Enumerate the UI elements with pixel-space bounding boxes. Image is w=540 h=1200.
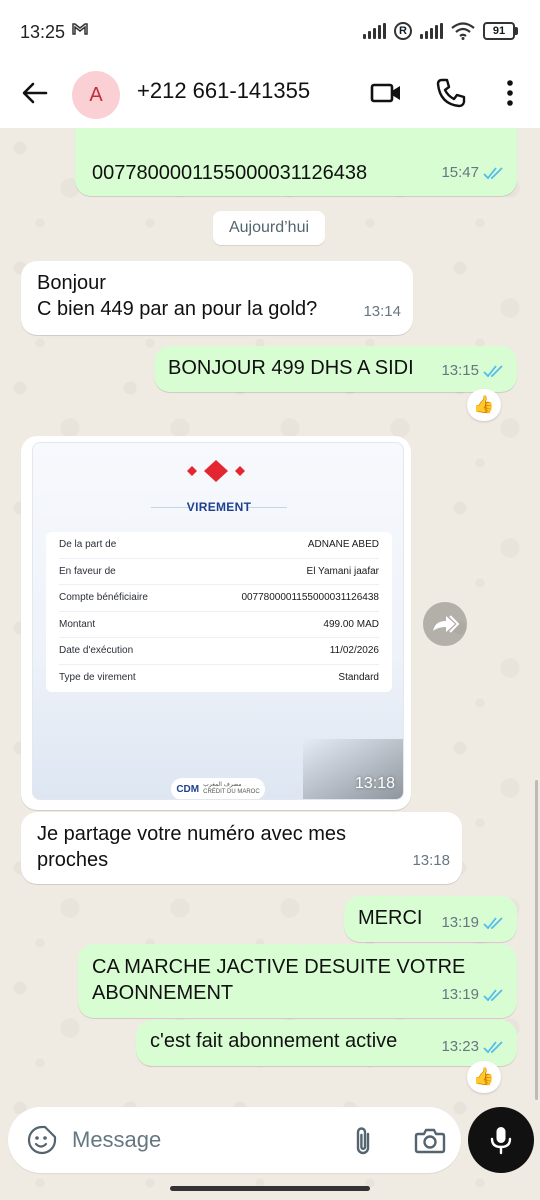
bank-diamond-logo: [187, 460, 245, 482]
scrollbar[interactable]: [535, 780, 538, 1100]
wifi-icon: [451, 22, 475, 40]
message-text: 0077800001155000031126438: [92, 162, 368, 184]
reaction-thumbs-up[interactable]: 👍: [467, 389, 501, 421]
message-time: 15:47: [441, 164, 479, 181]
message-meta: 13:14: [363, 299, 401, 325]
voice-record-button[interactable]: [468, 1107, 534, 1173]
reaction-thumbs-up[interactable]: 👍: [467, 1061, 501, 1093]
message-time: 13:19: [441, 986, 479, 1003]
battery-level: 91: [483, 22, 515, 40]
message-time: 13:15: [441, 362, 479, 379]
message-time: 13:19: [441, 914, 479, 931]
battery-icon: 91: [483, 22, 518, 40]
message-meta: 13:19: [441, 910, 505, 936]
read-ticks-icon: [483, 1041, 503, 1054]
status-time: 13:25: [20, 22, 66, 42]
message-bubble-outgoing[interactable]: BONJOUR 499 DHS A SIDI 13:15: [154, 346, 517, 392]
message-bubble-outgoing[interactable]: 0077800001155000031126438 15:47: [75, 128, 517, 196]
message-time: 13:23: [441, 1038, 479, 1055]
message-composer: [8, 1107, 461, 1173]
date-divider: Aujourd’hui: [213, 211, 325, 245]
receipt-row: Date d'exécution 11/02/2026: [59, 638, 379, 665]
read-ticks-icon: [483, 989, 503, 1002]
message-text: MERCI: [358, 907, 423, 929]
message-bubble-outgoing[interactable]: MERCI 13:19: [344, 896, 517, 942]
message-bubble-outgoing[interactable]: c'est fait abonnement active 13:23: [136, 1020, 517, 1066]
message-line: ABONNEMENT: [92, 982, 234, 1004]
message-bubble-incoming[interactable]: Je partage votre numéro avec mes proches…: [21, 812, 462, 884]
forward-button[interactable]: [423, 602, 467, 646]
message-text: CA MARCHE JACTIVE DESUITE VOTRE ABONNEME…: [92, 954, 465, 1006]
message-meta: 13:19: [441, 982, 505, 1008]
signal-icon-2: [420, 23, 443, 39]
message-text: c'est fait abonnement active: [150, 1030, 398, 1052]
message-meta: 13:23: [441, 1034, 505, 1060]
attach-paperclip-icon[interactable]: [351, 1124, 375, 1158]
receipt-row: En faveur de El Yamani jaafar: [59, 559, 379, 585]
bank-logo: CDM مصرف المغرب CRÉDIT DU MAROC: [171, 778, 265, 799]
gmail-icon: [72, 22, 88, 40]
message-line: C bien 449 par an pour la gold?: [37, 298, 318, 320]
receipt-row: Montant 499.00 MAD: [59, 612, 379, 638]
microphone-icon: [490, 1127, 512, 1155]
message-line: Bonjour: [37, 272, 106, 294]
home-indicator[interactable]: [170, 1186, 370, 1191]
receipt-row: Type de virement Standard: [59, 672, 379, 684]
message-bubble-incoming[interactable]: Bonjour C bien 449 par an pour la gold? …: [21, 261, 413, 335]
transfer-receipt-image[interactable]: VIREMENT De la part de ADNANE ABED En fav…: [32, 442, 404, 800]
message-time: 13:18: [412, 852, 450, 869]
message-time: 13:18: [354, 775, 395, 792]
read-ticks-icon: [483, 365, 503, 378]
message-meta: 13:18: [412, 848, 450, 874]
emoji-sticker-icon[interactable]: [26, 1124, 58, 1156]
receipt-table: De la part de ADNANE ABED En faveur de El …: [46, 532, 392, 692]
message-text: Bonjour C bien 449 par an pour la gold?: [37, 270, 317, 322]
voice-call-icon[interactable]: [434, 76, 468, 110]
message-bubble-outgoing[interactable]: CA MARCHE JACTIVE DESUITE VOTRE ABONNEME…: [78, 944, 517, 1018]
status-bar: 13:25 R 91: [0, 0, 540, 62]
avatar[interactable]: A: [72, 71, 120, 119]
read-ticks-icon: [483, 167, 503, 180]
message-meta: 13:15: [441, 358, 505, 384]
read-ticks-icon: [483, 917, 503, 930]
message-text: BONJOUR 499 DHS A SIDI: [168, 357, 414, 379]
more-options-icon[interactable]: [493, 76, 527, 110]
roaming-icon: R: [394, 22, 412, 40]
message-line: Je partage votre numéro avec mes: [37, 823, 347, 845]
receipt-row: De la part de ADNANE ABED: [59, 532, 379, 559]
contact-name[interactable]: +212 661-141355: [137, 78, 310, 104]
receipt-row: Compte bénéficiaire 007780000115500003112…: [59, 585, 379, 612]
signal-icon: [363, 23, 386, 39]
status-icons: R 91: [363, 20, 518, 42]
message-text: Je partage votre numéro avec mes proches: [37, 821, 346, 873]
message-input[interactable]: [72, 1117, 332, 1163]
message-meta: 15:47: [441, 160, 505, 186]
message-line: proches: [37, 849, 109, 871]
back-arrow-icon[interactable]: [18, 76, 52, 110]
receipt-title: VIREMENT: [186, 500, 252, 514]
video-call-icon[interactable]: [369, 76, 403, 110]
message-time: 13:14: [363, 303, 401, 320]
camera-icon[interactable]: [414, 1125, 446, 1155]
forward-icon: [433, 615, 460, 633]
chat-header: A +212 661-141355: [0, 62, 540, 128]
message-line: CA MARCHE JACTIVE DESUITE VOTRE: [92, 956, 466, 978]
